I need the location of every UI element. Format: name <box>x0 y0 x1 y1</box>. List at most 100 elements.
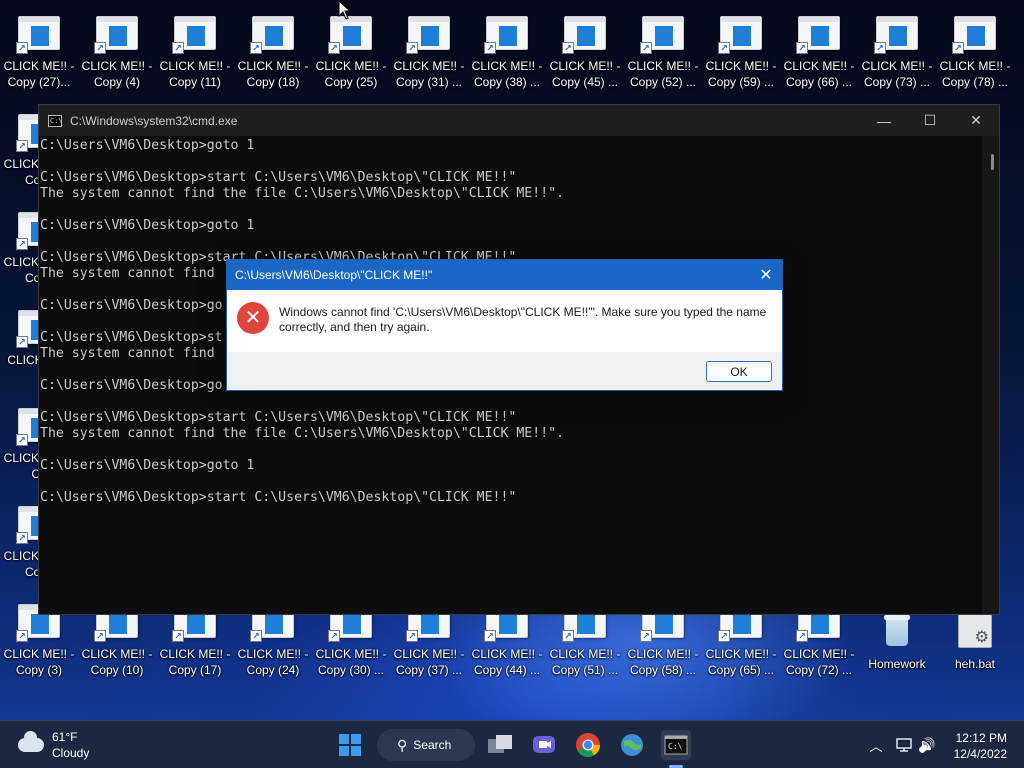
shortcut-arrow-icon: ↗ <box>640 630 652 642</box>
icon-label: CLICK ME!! - Copy (18) <box>237 59 309 89</box>
cmd-taskbar-button[interactable]: C:\ <box>661 730 691 760</box>
shortcut-arrow-icon: ↗ <box>16 238 28 250</box>
dialog-footer: OK <box>227 352 782 390</box>
chat-icon <box>533 736 555 753</box>
icon-label: CLICK ME!! - Copy (38) ... <box>471 59 543 89</box>
shortcut-arrow-icon: ↗ <box>16 434 28 446</box>
shortcut-arrow-icon: ↗ <box>562 630 574 642</box>
console-line: C:\Users\VM6\Desktop>goto 1 <box>40 138 255 153</box>
icon-label: CLICK ME!! - Copy (45) ... <box>549 59 621 89</box>
task-view-icon <box>488 735 512 753</box>
desktop-shortcut[interactable]: ↗ CLICK ME!! - Copy (73) ... <box>858 8 936 98</box>
clock[interactable]: 12:12 PM 12/4/2022 <box>935 730 1007 762</box>
icon-label: CLICK ME!! - Copy (4) <box>81 59 153 89</box>
minimize-button[interactable]: — <box>861 105 907 136</box>
desktop-shortcut[interactable]: ↗ CLICK ME!! - Copy (18) <box>234 8 312 98</box>
shortcut-arrow-icon: ↗ <box>94 630 106 642</box>
error-dialog[interactable]: C:\Users\VM6\Desktop\"CLICK ME!!" ✕ ✕ Wi… <box>226 259 783 391</box>
shortcut-arrow-icon: ↗ <box>250 630 262 642</box>
desktop-shortcut[interactable]: ↗ CLICK ME!! - Copy (4) <box>78 8 156 98</box>
clock-time: 12:12 PM <box>955 731 1007 745</box>
maximize-button[interactable]: ☐ <box>907 105 953 136</box>
dialog-title: C:\Users\VM6\Desktop\"CLICK ME!!" <box>235 268 433 282</box>
close-button[interactable]: ✕ <box>953 105 999 136</box>
cloud-icon <box>18 731 44 752</box>
desktop-shortcut[interactable]: ↗ CLICK ME!! - Copy (59) ... <box>702 8 780 98</box>
desktop-shortcut[interactable]: ↗ CLICK ME!! - Copy (66) ... <box>780 8 858 98</box>
clock-date: 12/4/2022 <box>953 747 1007 761</box>
desktop-shortcut[interactable]: ↗ CLICK ME!! - Copy (38) ... <box>468 8 546 98</box>
control-panel-button[interactable] <box>617 730 647 760</box>
icon-label: CLICK ME!! - Copy (59) ... <box>705 59 777 89</box>
shortcut-arrow-icon: ↗ <box>16 42 28 54</box>
batch-file-icon: ⚙ <box>958 614 992 648</box>
chrome-button[interactable] <box>573 730 603 760</box>
desktop-shortcut[interactable]: ↗ CLICK ME!! - Copy (78) ... <box>936 8 1014 98</box>
shortcut-arrow-icon: ↗ <box>16 336 28 348</box>
icon-label: CLICK ME!! - Copy (66) ... <box>783 59 855 89</box>
heh-bat-file[interactable]: ⚙ heh.bat <box>936 606 1014 696</box>
icon-label: CLICK ME!! - Copy (58) ... <box>627 647 699 677</box>
console-scrollbar[interactable] <box>982 136 999 614</box>
cmd-titlebar[interactable]: C:\ C:\Windows\system32\cmd.exe — ☐ ✕ <box>39 105 999 136</box>
shortcut-arrow-icon: ↗ <box>16 630 28 642</box>
globe-icon <box>621 734 643 756</box>
teams-chat-button[interactable] <box>529 730 559 760</box>
icon-label: CLICK ME!! - Copy (30) ... <box>315 647 387 677</box>
desktop-shortcut[interactable]: ↗ CLICK ME!! - Copy (25) <box>312 8 390 98</box>
shortcut-arrow-icon: ↗ <box>172 42 184 54</box>
shortcut-arrow-icon: ↗ <box>796 630 808 642</box>
console-line: C:\Users\VM6\Desktop>start C:\Users\VM6\… <box>40 170 517 185</box>
icon-label: CLICK ME!! - Copy (24) <box>237 647 309 677</box>
console-line: C:\Users\VM6\Desktop>goto 1 <box>40 218 255 233</box>
terminal-icon: C:\ <box>664 735 688 755</box>
homework-recycle-bin[interactable]: Homework <box>858 606 936 696</box>
ok-button[interactable]: OK <box>706 361 772 382</box>
shortcut-arrow-icon: ↗ <box>484 630 496 642</box>
icon-label: CLICK ME!! - Copy (11) <box>159 59 231 89</box>
search-icon: ⚲ <box>397 736 408 753</box>
icon-label: CLICK ME!! - Copy (78) ... <box>939 59 1011 89</box>
shortcut-arrow-icon: ↗ <box>94 42 106 54</box>
shortcut-arrow-icon: ↗ <box>16 532 28 544</box>
icon-label: CLICK ME!! - Copy (31) ... <box>393 59 465 89</box>
search-label: Search <box>413 738 452 752</box>
show-hidden-icons-button[interactable]: ︿ <box>861 730 891 760</box>
windows-logo-icon <box>339 734 361 756</box>
network-icon <box>896 738 912 752</box>
desktop-shortcut[interactable]: ↗ CLICK ME!! - Copy (52) ... <box>624 8 702 98</box>
icon-label: CLICK ME!! - Copy (17) <box>159 647 231 677</box>
scrollbar-thumb[interactable] <box>991 154 994 170</box>
network-button[interactable] <box>892 730 916 760</box>
task-view-button[interactable] <box>485 730 515 760</box>
shortcut-arrow-icon: ↗ <box>874 42 886 54</box>
icon-label: CLICK ME!! - Copy (37) ... <box>393 647 465 677</box>
shortcut-arrow-icon: ↗ <box>718 42 730 54</box>
desktop-shortcut[interactable]: ↗ CLICK ME!! - Copy (31) ... <box>390 8 468 98</box>
desktop-shortcut[interactable]: ↗ CLICK ME!! - Copy (27)... <box>0 8 78 98</box>
taskbar-search-button[interactable]: ⚲ Search <box>377 729 475 761</box>
console-line: C:\Users\VM6\Desktop>goto 1 <box>40 458 255 473</box>
desktop-shortcut[interactable]: ↗ CLICK ME!! - Copy (11) <box>156 8 234 98</box>
console-line: C:\Users\VM6\Desktop>start C:\Users\VM6\… <box>40 490 517 505</box>
recycle-bin-icon <box>884 612 910 646</box>
shortcut-arrow-icon: ↗ <box>640 42 652 54</box>
icon-label: CLICK ME!! - Copy (25) <box>315 59 387 89</box>
icon-label: Homework <box>868 657 926 671</box>
shortcut-arrow-icon: ↗ <box>328 630 340 642</box>
console-line: The system cannot find the file C:\Users… <box>40 186 565 201</box>
shortcut-arrow-icon: ↗ <box>406 42 418 54</box>
start-button[interactable] <box>335 730 365 760</box>
icon-label: CLICK ME!! - Copy (10) <box>81 647 153 677</box>
desktop-shortcut[interactable]: ↗ CLICK ME!! - Copy (45) ... <box>546 8 624 98</box>
dialog-close-button[interactable]: ✕ <box>750 260 782 290</box>
error-icon: ✕ <box>237 302 269 334</box>
dialog-titlebar[interactable]: C:\Users\VM6\Desktop\"CLICK ME!!" ✕ <box>227 260 782 290</box>
weather-widget[interactable]: 61°F Cloudy <box>18 729 89 761</box>
volume-icon: 🔊 <box>918 736 936 753</box>
weather-condition: Cloudy <box>52 746 90 760</box>
